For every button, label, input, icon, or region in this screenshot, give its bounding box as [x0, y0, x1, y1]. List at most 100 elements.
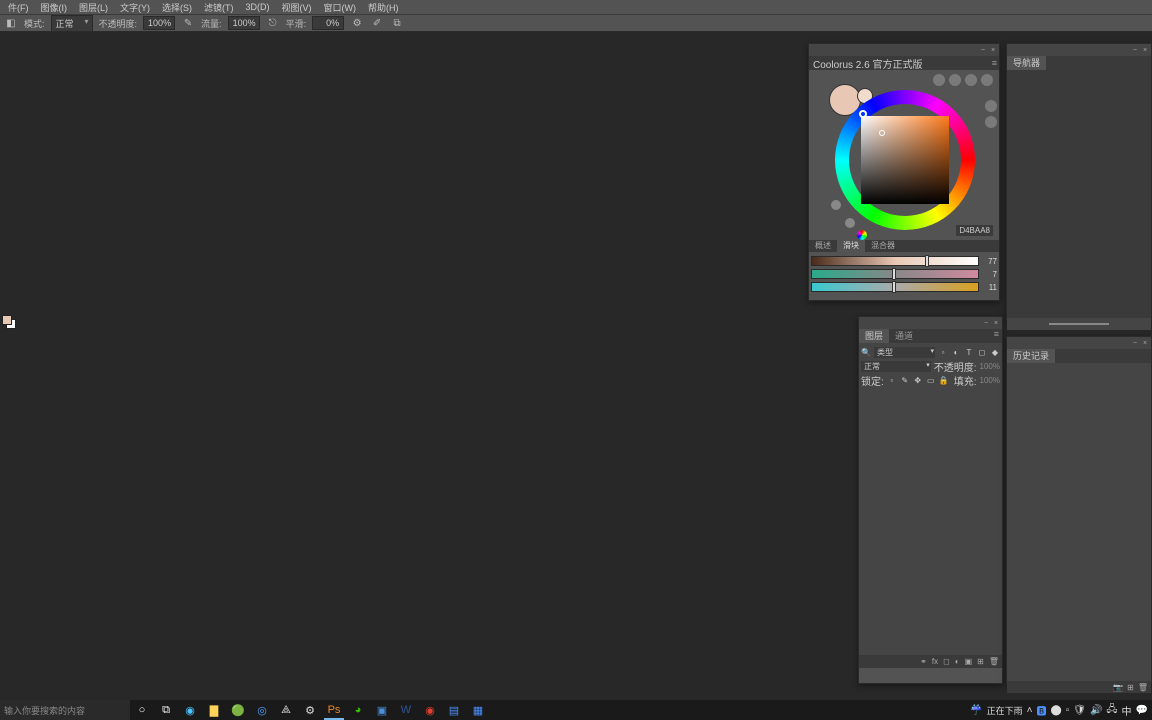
- weather-icon[interactable]: ☔: [970, 705, 982, 716]
- layer-fill-value[interactable]: 100%: [980, 376, 1000, 385]
- lock-artboard-icon[interactable]: ▭: [926, 375, 936, 385]
- app-word[interactable]: W: [394, 700, 418, 720]
- sv-cursor[interactable]: [879, 130, 885, 136]
- menu-filter[interactable]: 滤镜(T): [198, 1, 240, 14]
- lock-position-icon[interactable]: ✥: [913, 375, 923, 385]
- menu-image[interactable]: 图像(I): [35, 1, 74, 14]
- app-steam[interactable]: ⟁: [274, 700, 298, 720]
- app-settings[interactable]: ⚙: [298, 700, 322, 720]
- taskbar-search[interactable]: 输入你要搜索的内容: [0, 700, 130, 720]
- app-generic4[interactable]: ▤: [442, 700, 466, 720]
- wheel-control[interactable]: [831, 200, 841, 210]
- tab-layers[interactable]: 图层: [859, 329, 889, 343]
- pressure-size-icon[interactable]: ✐: [370, 16, 384, 30]
- airbrush-icon[interactable]: ⎋: [266, 16, 280, 30]
- app-generic2[interactable]: ▣: [370, 700, 394, 720]
- navigator-zoom-bar[interactable]: [1007, 318, 1151, 330]
- close-icon[interactable]: ×: [989, 47, 997, 53]
- new-layer-icon[interactable]: ⊞: [977, 657, 984, 666]
- tray-network-icon[interactable]: 🖧: [1106, 702, 1117, 719]
- delete-layer-icon[interactable]: 🗑: [989, 657, 999, 666]
- symmetry-icon[interactable]: ⧉: [390, 16, 404, 30]
- flow-input[interactable]: 100%: [228, 16, 260, 30]
- wheel-control[interactable]: [845, 218, 855, 228]
- tab-history[interactable]: 历史记录: [1007, 349, 1055, 363]
- harmony-dot[interactable]: [981, 74, 993, 86]
- weather-text[interactable]: 正在下雨: [987, 704, 1023, 717]
- lock-pixels-icon[interactable]: ✎: [900, 375, 910, 385]
- saturation-value-box[interactable]: [861, 116, 949, 204]
- harmony-dot[interactable]: [985, 116, 997, 128]
- filter-shape-icon[interactable]: ◻: [977, 347, 987, 357]
- slider-thumb[interactable]: [892, 268, 896, 280]
- app-edge[interactable]: ◉: [178, 700, 202, 720]
- harmony-dot[interactable]: [965, 74, 977, 86]
- slider-thumb[interactable]: [925, 255, 929, 267]
- smooth-input[interactable]: 0%: [312, 16, 344, 30]
- slider-1[interactable]: [811, 256, 979, 266]
- layers-list[interactable]: [859, 389, 1002, 655]
- panel-menu-icon[interactable]: ≡: [991, 329, 1002, 343]
- layer-fx-icon[interactable]: fx: [932, 657, 938, 666]
- tab-mixer[interactable]: 混合器: [865, 240, 901, 252]
- navigator-view[interactable]: [1007, 70, 1151, 318]
- layer-opacity-value[interactable]: 100%: [980, 362, 1000, 371]
- menu-window[interactable]: 窗口(W): [318, 1, 363, 14]
- close-icon[interactable]: ×: [992, 320, 1000, 326]
- wheel-control[interactable]: [857, 230, 867, 240]
- snapshot-icon[interactable]: 📷: [1113, 683, 1123, 692]
- app-generic3[interactable]: ◉: [418, 700, 442, 720]
- minimize-icon[interactable]: −: [982, 320, 990, 326]
- menu-view[interactable]: 视图(V): [276, 1, 318, 14]
- tab-sliders[interactable]: 滑块: [837, 240, 865, 252]
- close-icon[interactable]: ×: [1141, 47, 1149, 53]
- tray-bluetooth-icon[interactable]: 🅱: [1036, 703, 1046, 718]
- delete-state-icon[interactable]: 🗑: [1138, 683, 1148, 692]
- minimize-icon[interactable]: −: [1131, 47, 1139, 53]
- tool-preset-icon[interactable]: ◧: [4, 16, 18, 30]
- taskview-icon[interactable]: ⧉: [154, 700, 178, 720]
- menu-layer[interactable]: 图层(L): [73, 1, 114, 14]
- harmony-dot[interactable]: [985, 100, 997, 112]
- lock-all-icon[interactable]: 🔒: [939, 375, 949, 385]
- app-explorer[interactable]: ▇: [202, 700, 226, 720]
- history-list[interactable]: [1007, 363, 1151, 681]
- tray-volume-icon[interactable]: 🔊: [1090, 705, 1102, 716]
- harmony-dot[interactable]: [949, 74, 961, 86]
- app-generic5[interactable]: ▦: [466, 700, 490, 720]
- search-icon[interactable]: 🔍: [861, 347, 871, 357]
- slider-3[interactable]: [811, 282, 979, 292]
- tray-chevron-icon[interactable]: ˄: [1027, 705, 1033, 716]
- filter-type-icon[interactable]: T: [964, 347, 974, 357]
- menu-3d[interactable]: 3D(D): [240, 2, 276, 12]
- close-icon[interactable]: ×: [1141, 340, 1149, 346]
- tab-navigator[interactable]: 导航器: [1007, 56, 1046, 70]
- link-layers-icon[interactable]: ⚭: [920, 657, 927, 666]
- new-state-icon[interactable]: ⊞: [1127, 683, 1134, 692]
- blend-mode-select[interactable]: 正常: [51, 15, 93, 32]
- lock-transparent-icon[interactable]: ▫: [887, 375, 897, 385]
- color-swatches[interactable]: [1, 314, 15, 338]
- layer-mask-icon[interactable]: ◻: [943, 657, 950, 666]
- panel-menu-icon[interactable]: ≡: [992, 58, 997, 68]
- fg-color[interactable]: [2, 315, 12, 325]
- smooth-options-icon[interactable]: ⚙: [350, 16, 364, 30]
- tray-defender-icon[interactable]: 🛡: [1073, 705, 1086, 716]
- adjustment-layer-icon[interactable]: ◐: [955, 657, 960, 666]
- menu-select[interactable]: 选择(S): [156, 1, 198, 14]
- menu-help[interactable]: 帮助(H): [362, 1, 405, 14]
- opacity-input[interactable]: 100%: [143, 16, 175, 30]
- tab-channels[interactable]: 通道: [889, 329, 919, 343]
- zoom-slider[interactable]: [1049, 323, 1109, 325]
- tray-ime-icon[interactable]: 中: [1122, 703, 1132, 718]
- minimize-icon[interactable]: −: [979, 47, 987, 53]
- filter-pixel-icon[interactable]: ▫: [938, 347, 948, 357]
- tray-app-icon[interactable]: ▫: [1066, 705, 1070, 716]
- group-icon[interactable]: ▣: [965, 657, 973, 666]
- slider-2[interactable]: [811, 269, 979, 279]
- tray-app-icon[interactable]: ⬤: [1050, 705, 1061, 716]
- slider-thumb[interactable]: [892, 281, 896, 293]
- hex-value[interactable]: D4BAA8: [956, 225, 993, 236]
- app-wechat[interactable]: ◕: [346, 700, 370, 720]
- cortana-icon[interactable]: ○: [130, 700, 154, 720]
